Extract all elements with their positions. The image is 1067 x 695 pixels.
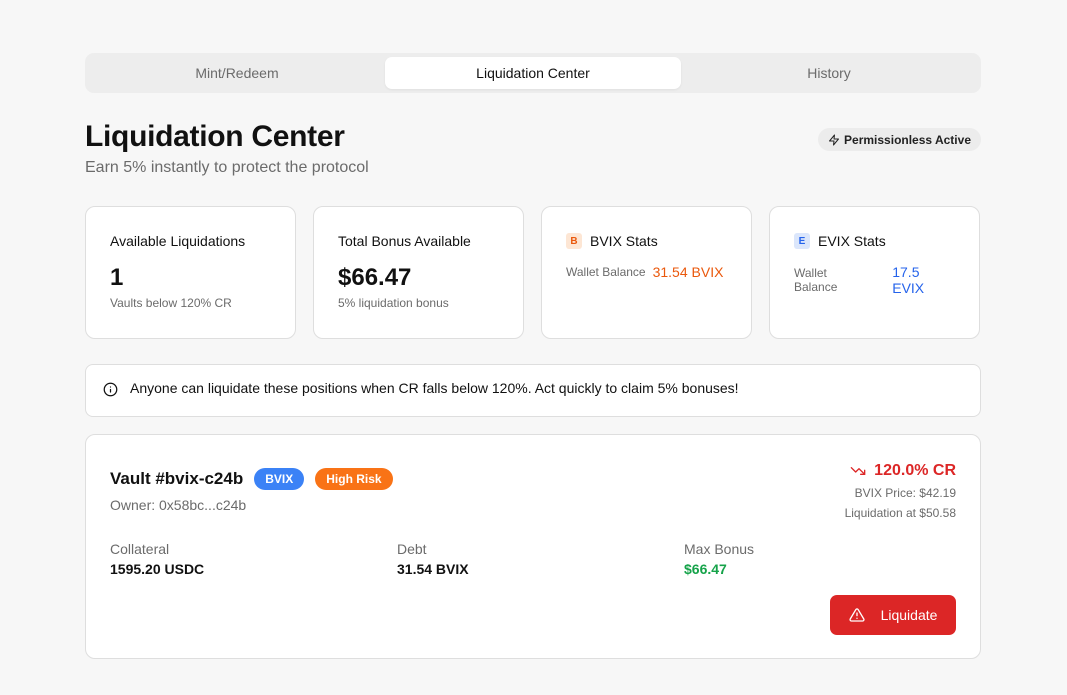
card-title: BVIX Stats xyxy=(590,233,658,249)
card-title-row: E EVIX Stats xyxy=(794,233,955,249)
warning-icon xyxy=(848,608,865,622)
tab-history[interactable]: History xyxy=(681,57,977,89)
evix-stats-card: E EVIX Stats Wallet Balance 17.5 EVIX xyxy=(769,206,980,339)
bvix-token-icon: B xyxy=(566,233,582,249)
collateral-value: 1595.20 USDC xyxy=(110,561,205,577)
total-bonus-value: $66.47 xyxy=(338,264,412,291)
debt-value: 31.54 BVIX xyxy=(397,561,469,577)
info-alert: Anyone can liquidate these positions whe… xyxy=(85,364,981,417)
liquidation-page: Mint/Redeem Liquidation Center History L… xyxy=(85,53,981,659)
wallet-balance-label: Wallet Balance xyxy=(794,266,838,294)
wallet-balance-row: Wallet Balance 17.5 EVIX xyxy=(794,264,955,296)
stats-cards: Available Liquidations 1 Vaults below 12… xyxy=(85,206,981,339)
available-liquidations-card: Available Liquidations 1 Vaults below 12… xyxy=(85,206,296,339)
card-subtitle: 5% liquidation bonus xyxy=(338,296,449,310)
liquidate-button[interactable]: Liquidate xyxy=(830,595,956,635)
liquidate-button-label: Liquidate xyxy=(880,607,938,623)
tab-mint-redeem[interactable]: Mint/Redeem xyxy=(89,57,385,89)
evix-token-icon: E xyxy=(794,233,810,249)
max-bonus-value: $66.47 xyxy=(684,561,727,577)
vault-card: Vault #bvix-c24b BVIX High Risk Owner: 0… xyxy=(85,434,981,659)
status-badge-label: Permissionless Active xyxy=(844,132,971,147)
wallet-balance-row: Wallet Balance 31.54 BVIX xyxy=(566,264,727,280)
collateral-label: Collateral xyxy=(110,541,170,557)
collateral-column: Collateral 1595.20 USDC xyxy=(110,541,397,577)
lightning-icon xyxy=(829,134,840,145)
page-header: Liquidation Center Earn 5% instantly to … xyxy=(85,119,981,179)
max-bonus-label: Max Bonus xyxy=(684,541,755,557)
collateral-ratio: 120.0% CR xyxy=(845,462,956,480)
vault-owner: Owner: 0x58bc...c24b xyxy=(110,497,247,513)
card-subtitle: Vaults below 120% CR xyxy=(110,296,232,310)
bvix-stats-card: B BVIX Stats Wallet Balance 31.54 BVIX xyxy=(541,206,752,339)
status-badge: Permissionless Active xyxy=(818,128,981,151)
total-bonus-card: Total Bonus Available $66.47 5% liquidat… xyxy=(313,206,524,339)
available-liquidations-count: 1 xyxy=(110,264,124,291)
wallet-balance-label: Wallet Balance xyxy=(566,265,646,279)
token-badge: BVIX xyxy=(254,468,305,490)
trending-down-icon xyxy=(850,467,866,475)
debt-label: Debt xyxy=(397,541,427,557)
card-title: EVIX Stats xyxy=(818,233,886,249)
page-subtitle: Earn 5% instantly to protect the protoco… xyxy=(85,159,369,176)
tab-bar: Mint/Redeem Liquidation Center History xyxy=(85,53,981,93)
risk-badge: High Risk xyxy=(315,468,393,490)
max-bonus-column: Max Bonus $66.47 xyxy=(684,541,971,577)
vault-header: Vault #bvix-c24b BVIX High Risk xyxy=(110,468,393,490)
card-title-row: B BVIX Stats xyxy=(566,233,727,249)
collateral-ratio-value: 120.0% CR xyxy=(874,462,956,479)
card-title: Available Liquidations xyxy=(110,233,246,249)
bvix-price: BVIX Price: $42.19 xyxy=(854,486,956,500)
debt-column: Debt 31.54 BVIX xyxy=(397,541,684,577)
alert-text: Anyone can liquidate these positions whe… xyxy=(130,380,739,396)
evix-wallet-balance: 17.5 EVIX xyxy=(892,264,925,296)
info-icon xyxy=(103,382,118,397)
card-title: Total Bonus Available xyxy=(338,233,471,249)
vault-details: Collateral 1595.20 USDC Debt 31.54 BVIX … xyxy=(110,541,971,577)
vault-title: Vault #bvix-c24b xyxy=(110,469,244,488)
liquidation-price: Liquidation at $50.58 xyxy=(844,506,956,520)
bvix-wallet-balance: 31.54 BVIX xyxy=(652,264,724,280)
collateral-ratio-box: 120.0% CR BVIX Price: $42.19 Liquidation… xyxy=(845,462,956,520)
tab-liquidation-center[interactable]: Liquidation Center xyxy=(385,57,681,89)
